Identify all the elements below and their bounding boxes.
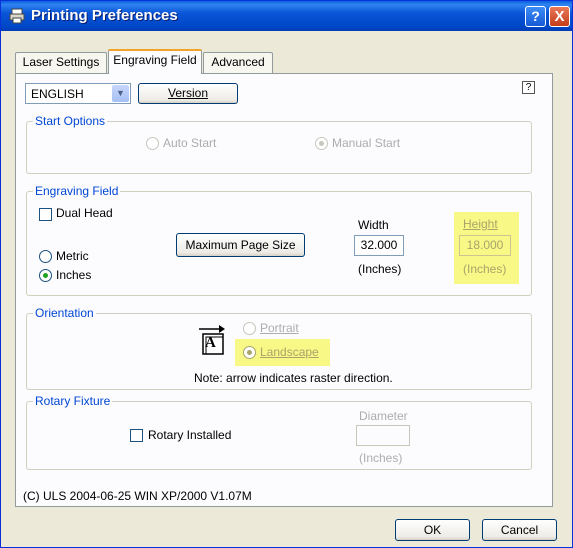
start-options-group: Start Options: [26, 114, 532, 174]
diameter-input[interactable]: [356, 425, 410, 446]
manual-start-label: Manual Start: [332, 136, 401, 150]
start-options-title: Start Options: [33, 114, 108, 128]
rotary-fixture-group: Rotary Fixture: [26, 394, 532, 470]
version-button[interactable]: Version: [138, 83, 238, 104]
diameter-label: Diameter: [359, 409, 408, 423]
inches-radio[interactable]: [39, 269, 52, 282]
version-info-text: (C) ULS 2004-06-25 WIN XP/2000 V1.07M: [23, 489, 252, 503]
tab-engraving-field[interactable]: Engraving Field: [108, 49, 202, 74]
cancel-button[interactable]: Cancel: [482, 519, 557, 541]
window-title: Printing Preferences: [31, 7, 178, 24]
orientation-icon-letter: A: [205, 335, 216, 351]
portrait-radio[interactable]: [243, 322, 256, 335]
dual-head-checkbox[interactable]: [39, 208, 52, 221]
metric-label: Metric: [56, 249, 89, 263]
landscape-radio[interactable]: [243, 346, 256, 359]
help-icon[interactable]: ?: [522, 81, 535, 94]
height-unit-label: (Inches): [463, 262, 507, 276]
raster-note: Note: arrow indicates raster direction.: [194, 371, 393, 385]
close-button[interactable]: X: [549, 6, 570, 27]
auto-start-label: Auto Start: [163, 136, 217, 150]
rotary-installed-label: Rotary Installed: [148, 428, 232, 442]
diameter-unit-label: (Inches): [359, 451, 403, 465]
dual-head-label: Dual Head: [56, 206, 113, 220]
orientation-title: Orientation: [33, 306, 96, 320]
engraving-field-title: Engraving Field: [33, 184, 121, 198]
maximum-page-size-button[interactable]: Maximum Page Size: [176, 233, 305, 257]
language-select[interactable]: ENGLISH ▼: [25, 83, 131, 104]
tab-advanced[interactable]: Advanced: [203, 52, 273, 73]
inches-label: Inches: [56, 268, 92, 282]
printer-icon: [9, 8, 25, 24]
landscape-label: Landscape: [260, 345, 319, 359]
width-label: Width: [358, 218, 389, 232]
metric-radio[interactable]: [39, 250, 52, 263]
language-select-value: ENGLISH: [31, 87, 84, 101]
portrait-label: Portrait: [260, 321, 299, 335]
ok-button[interactable]: OK: [395, 519, 470, 541]
height-input[interactable]: 18.000: [459, 235, 511, 256]
manual-start-radio[interactable]: [315, 137, 328, 150]
help-button[interactable]: ?: [525, 6, 546, 27]
rotary-fixture-title: Rotary Fixture: [33, 394, 113, 408]
width-unit-label: (Inches): [358, 262, 402, 276]
tab-laser-settings[interactable]: Laser Settings: [15, 52, 107, 73]
rotary-installed-checkbox[interactable]: [130, 429, 143, 442]
version-button-label: Version: [167, 86, 209, 100]
chevron-down-icon[interactable]: ▼: [112, 85, 129, 102]
printing-preferences-dialog: Printing Preferences ? X Laser Settings …: [0, 0, 573, 548]
title-bar[interactable]: Printing Preferences ? X: [1, 1, 572, 31]
height-label: Height: [463, 217, 498, 231]
width-input[interactable]: 32.000: [354, 235, 404, 256]
auto-start-radio[interactable]: [146, 137, 159, 150]
